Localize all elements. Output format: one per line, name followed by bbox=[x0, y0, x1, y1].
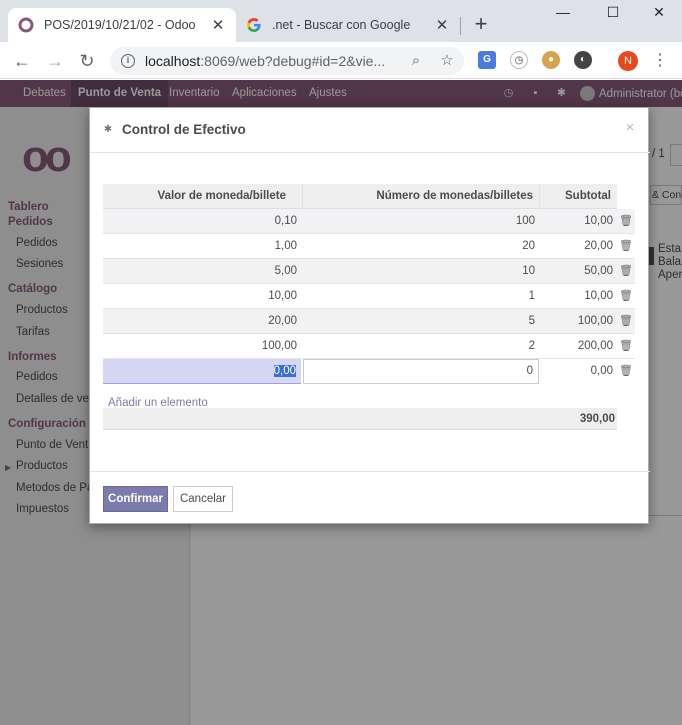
column-header-subtotal[interactable]: Subtotal bbox=[540, 184, 617, 209]
browser-menu-icon[interactable]: ⋮ bbox=[652, 51, 668, 71]
profile-avatar[interactable]: N bbox=[618, 51, 638, 71]
new-tab-button[interactable]: + bbox=[470, 13, 492, 36]
cell-value[interactable]: 5,00 bbox=[103, 259, 297, 283]
table-row[interactable]: 20,00 5 100,00 🗑 bbox=[103, 309, 635, 334]
cell-count[interactable]: 1 bbox=[303, 284, 535, 308]
tab-google[interactable]: .net - Buscar con Google ✕ bbox=[236, 8, 460, 42]
browser-titlebar: POS/2019/10/21/02 - Odoo ✕ .net - Buscar… bbox=[0, 0, 682, 42]
trash-icon[interactable]: 🗑 bbox=[619, 339, 633, 353]
cell-subtotal: 200,00 bbox=[577, 340, 613, 352]
bug-icon[interactable]: ✱ bbox=[103, 124, 113, 136]
cell-subtotal: 100,00 bbox=[577, 315, 613, 327]
address-bar[interactable]: i localhost:8069/web?debug#id=2&vie... ⌕… bbox=[110, 47, 464, 75]
table-row[interactable]: 5,00 10 50,00 🗑 bbox=[103, 259, 635, 284]
tab-title: POS/2019/10/21/02 - Odoo bbox=[44, 18, 196, 32]
extension-icon[interactable]: ◐ bbox=[574, 51, 592, 69]
url-host: localhost bbox=[145, 53, 201, 69]
cell-count[interactable]: 20 bbox=[303, 234, 535, 258]
minimize-button[interactable]: — bbox=[540, 4, 586, 26]
trash-icon[interactable]: 🗑 bbox=[619, 264, 633, 278]
table-row[interactable]: 100,00 2 200,00 🗑 bbox=[103, 334, 635, 359]
coin-count-input[interactable]: 0 bbox=[303, 359, 539, 384]
back-icon[interactable]: ← bbox=[11, 50, 33, 72]
cell-value[interactable]: 0,10 bbox=[103, 209, 297, 233]
trash-icon[interactable]: 🗑 bbox=[619, 214, 633, 228]
cell-value[interactable]: 1,00 bbox=[103, 234, 297, 258]
zoom-icon[interactable]: ⌕ bbox=[407, 52, 425, 70]
cell-subtotal: 10,00 bbox=[584, 290, 613, 302]
dialog-footer: Confirmar Cancelar bbox=[90, 471, 650, 525]
tab-close-icon[interactable]: ✕ bbox=[210, 16, 226, 34]
cell-subtotal: 10,00 bbox=[584, 215, 613, 227]
window-close-button[interactable]: ✕ bbox=[636, 4, 682, 26]
google-favicon-icon bbox=[247, 18, 261, 32]
odoo-favicon-icon bbox=[18, 17, 34, 33]
trash-icon[interactable]: 🗑 bbox=[619, 314, 633, 328]
cancel-button[interactable]: Cancelar bbox=[173, 486, 233, 512]
dialog-close-icon[interactable]: × bbox=[622, 120, 638, 136]
tab-close-icon[interactable]: ✕ bbox=[434, 16, 450, 34]
table-row[interactable]: 0,10 100 10,00 🗑 bbox=[103, 209, 635, 234]
bookmark-star-icon[interactable]: ☆ bbox=[438, 52, 456, 70]
cash-control-dialog: ✱ Control de Efectivo × Valor de moneda/… bbox=[89, 107, 650, 525]
timer-extension-icon[interactable]: ◷ bbox=[510, 51, 528, 69]
trash-icon[interactable]: 🗑 bbox=[619, 364, 633, 378]
forward-icon[interactable]: → bbox=[44, 50, 66, 72]
cell-count[interactable]: 2 bbox=[303, 334, 535, 358]
trash-icon[interactable]: 🗑 bbox=[619, 239, 633, 253]
cell-value[interactable]: 20,00 bbox=[103, 309, 297, 333]
cell-count[interactable]: 10 bbox=[303, 259, 535, 283]
tab-odoo[interactable]: POS/2019/10/21/02 - Odoo ✕ bbox=[8, 8, 236, 42]
reload-icon[interactable]: ↻ bbox=[76, 50, 98, 72]
cell-count[interactable]: 100 bbox=[303, 209, 535, 233]
url-path: :8069/web?debug#id=2&vie... bbox=[200, 53, 386, 69]
tab-separator bbox=[460, 17, 461, 35]
table-row[interactable]: 1,00 20 20,00 🗑 bbox=[103, 234, 635, 259]
site-info-icon[interactable]: i bbox=[121, 54, 135, 68]
cell-value[interactable]: 10,00 bbox=[103, 284, 297, 308]
tab-title: .net - Buscar con Google bbox=[272, 18, 411, 32]
translate-extension-icon[interactable]: G bbox=[478, 51, 496, 69]
dialog-header: ✱ Control de Efectivo × bbox=[90, 108, 650, 153]
selected-text: 0,00 bbox=[273, 365, 296, 377]
cookie-extension-icon[interactable]: ● bbox=[542, 51, 560, 69]
table-header: Valor de moneda/billete Número de moneda… bbox=[103, 184, 617, 209]
coin-value-input[interactable]: 0,00 bbox=[103, 359, 301, 384]
editable-row[interactable]: 0,00 0 0,00 🗑 bbox=[103, 359, 635, 384]
cell-count[interactable]: 5 bbox=[303, 309, 535, 333]
url-text[interactable]: localhost:8069/web?debug#id=2&vie... bbox=[145, 53, 391, 69]
dialog-title: Control de Efectivo bbox=[122, 122, 246, 137]
confirm-button[interactable]: Confirmar bbox=[103, 486, 168, 512]
cell-subtotal: 20,00 bbox=[584, 240, 613, 252]
total-row: 390,00 bbox=[103, 408, 617, 430]
cell-subtotal: 0,00 bbox=[590, 365, 613, 377]
column-header-count[interactable]: Número de monedas/billetes bbox=[303, 184, 540, 209]
cell-value[interactable]: 100,00 bbox=[103, 334, 297, 358]
table-row[interactable]: 10,00 1 10,00 🗑 bbox=[103, 284, 635, 309]
column-header-value[interactable]: Valor de moneda/billete bbox=[103, 184, 303, 209]
maximize-button[interactable]: ☐ bbox=[590, 4, 636, 26]
cell-subtotal: 50,00 bbox=[584, 265, 613, 277]
trash-icon[interactable]: 🗑 bbox=[619, 289, 633, 303]
total-amount: 390,00 bbox=[579, 413, 615, 425]
